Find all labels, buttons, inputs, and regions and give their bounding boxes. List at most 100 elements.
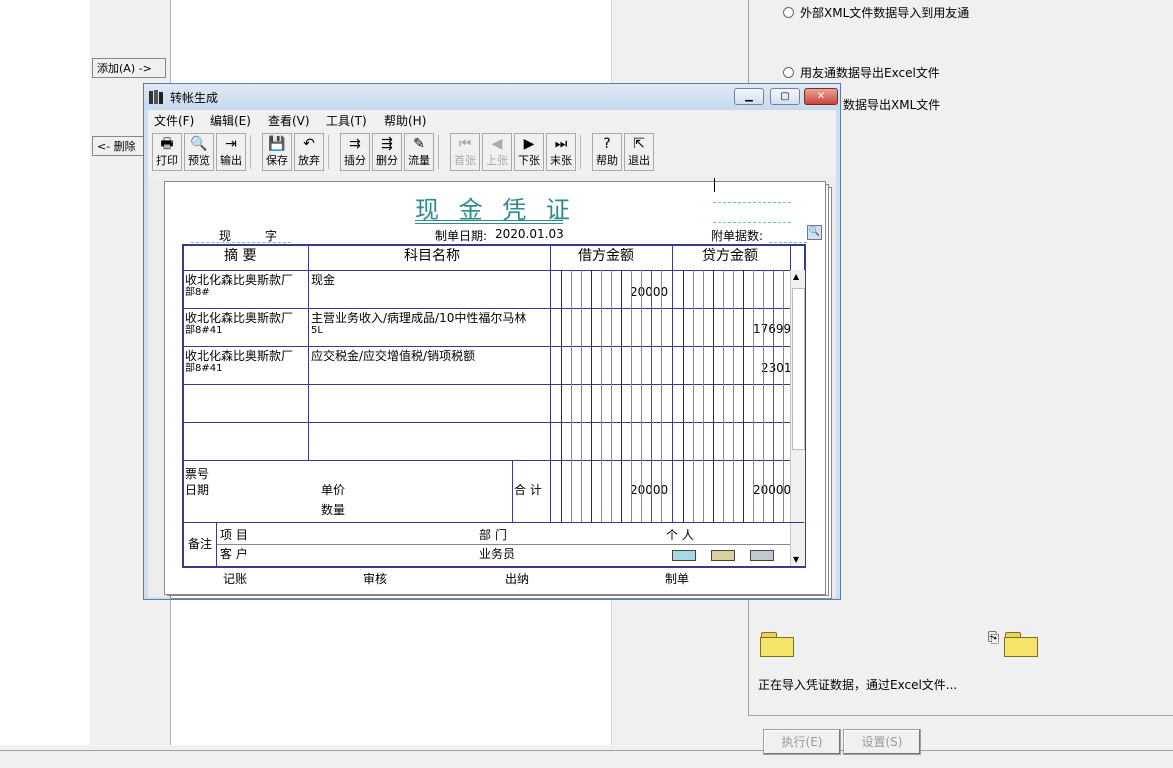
toolbar-save-button[interactable]: 💾 保存 — [262, 133, 292, 171]
menu-tools[interactable]: 工具(T) — [326, 112, 367, 129]
toolbar-delete-row-button[interactable]: ⇶ 删分 — [372, 133, 402, 171]
radio-import-xml[interactable]: 外部XML文件数据导入到用友通 — [783, 4, 969, 21]
row2-account[interactable]: 主营业务收入/病理成品/10中性福尔马林 — [311, 312, 526, 324]
radio-circle[interactable] — [783, 7, 794, 18]
first-icon: ⏮ — [458, 136, 472, 152]
toolbar-separator — [438, 135, 439, 169]
progress-status-text: 正在导入凭证数据，通过Excel文件... — [758, 678, 958, 692]
radio-export-excel[interactable]: 用友通数据导出Excel文件 — [783, 64, 940, 81]
delete-button[interactable]: <- 删除 — [92, 136, 144, 156]
magnifier-icon[interactable]: 🔍 — [807, 225, 822, 240]
toolbar-prev-button: ◀ 上张 — [482, 133, 512, 171]
execute-button[interactable]: 执行(E) — [763, 729, 841, 755]
toolbar-help-button[interactable]: ? 帮助 — [592, 133, 622, 171]
grid-col-line — [550, 246, 551, 522]
left-list-panel[interactable] — [0, 0, 90, 745]
toolbar-label: 删分 — [376, 154, 398, 167]
print-icon: 🖶 — [160, 136, 174, 152]
attachments-label: 附单据数: — [711, 229, 764, 243]
quantity-label: 数量 — [321, 503, 346, 517]
row3-credit[interactable]: 2301 — [761, 362, 792, 374]
menu-view[interactable]: 查看(V) — [268, 112, 310, 129]
card-icon[interactable] — [711, 550, 735, 561]
folder-icon[interactable] — [760, 632, 794, 657]
scroll-thumb[interactable] — [792, 288, 805, 450]
toolbar-insert-row-button[interactable]: ⇉ 插分 — [340, 133, 370, 171]
digit-column-line — [693, 270, 694, 522]
digit-column-line — [631, 270, 632, 522]
header-account: 科目名称 — [404, 248, 460, 264]
digit-column-line — [561, 270, 562, 522]
unit-price-label: 单价 — [321, 483, 346, 497]
toolbar-label: 退出 — [628, 154, 650, 167]
grid-row-line — [184, 270, 790, 271]
ticket-no-label: 票号 — [185, 467, 210, 481]
row2-summary-cont: 部8#41 — [185, 325, 223, 336]
department-label: 部 门 — [479, 528, 507, 542]
radio-label: 外部XML文件数据导入到用友通 — [800, 6, 970, 20]
toolbar-exit-button[interactable]: ⇱ 退出 — [624, 133, 654, 171]
toolbar-separator — [328, 135, 329, 169]
grid-row-line — [184, 346, 790, 347]
toolbar-next-button[interactable]: ▶ 下张 — [514, 133, 544, 171]
open-folder-icon[interactable] — [1004, 632, 1038, 657]
radio-label: 用友通数据导出Excel文件 — [800, 66, 940, 80]
text-cursor — [714, 178, 715, 192]
toolbar-flow-button[interactable]: ✎ 流量 — [404, 133, 434, 171]
title-underline — [415, 223, 563, 224]
preview-icon: 🔍 — [190, 136, 208, 152]
row1-summary[interactable]: 收北化森比奥斯款厂 — [185, 274, 293, 286]
attachments-line — [769, 242, 807, 243]
toolbar-label: 保存 — [266, 154, 288, 167]
toolbar-label: 帮助 — [596, 154, 618, 167]
toolbar-label: 首张 — [454, 154, 476, 167]
row1-debit[interactable]: 20000 — [630, 286, 668, 298]
signature-bookkeeping: 记账 — [223, 572, 248, 586]
scroll-up-arrow[interactable]: ▲ — [793, 272, 799, 281]
header-debit: 借方金额 — [578, 248, 634, 264]
close-button[interactable]: ✕ — [804, 88, 838, 105]
toolbar-label: 末张 — [550, 154, 572, 167]
radio-circle[interactable] — [783, 67, 794, 78]
date-label: 制单日期: — [435, 229, 488, 243]
digit-column-line — [651, 270, 652, 522]
menu-edit[interactable]: 编辑(E) — [210, 112, 251, 129]
footer-date-label: 日期 — [185, 483, 210, 497]
radio-export-xml[interactable]: 数据导出XML文件 — [843, 96, 940, 113]
toolbar-last-button[interactable]: ⏭ 末张 — [546, 133, 576, 171]
insert-row-icon: ⇉ — [349, 136, 361, 152]
card-icon[interactable] — [750, 550, 774, 561]
row2-summary[interactable]: 收北化森比奥斯款厂 — [185, 312, 293, 324]
person-label: 个 人 — [666, 528, 694, 542]
toolbar: 🖶 打印 🔍 预览 ⇥ 输出 💾 保存 ↶ 放弃 ⇉ 插分 ⇶ 删分 ✎ 流量 ⏮ 首张 ◀ 上张 ▶ 下张 ⏭ 末张? 帮助 ⇱… — [148, 129, 836, 177]
row1-account[interactable]: 现金 — [311, 274, 335, 286]
digit-column-line — [763, 270, 764, 522]
title-bar[interactable]: 转帐生成 ▁ ▢ ✕ — [144, 84, 840, 110]
help-icon: ? — [603, 136, 611, 152]
title-underline — [415, 220, 563, 221]
settings-button[interactable]: 设置(S) — [843, 729, 921, 755]
next-icon: ▶ — [523, 136, 535, 152]
toolbar-label: 流量 — [408, 154, 430, 167]
salesperson-label: 业务员 — [479, 547, 516, 561]
date-value[interactable]: 2020.01.03 — [495, 227, 564, 241]
row3-summary[interactable]: 收北化森比奥斯款厂 — [185, 350, 293, 362]
toolbar-preview-button[interactable]: 🔍 预览 — [184, 133, 214, 171]
card-icon[interactable] — [672, 550, 696, 561]
digit-column-line — [743, 270, 744, 522]
toolbar-undo-button[interactable]: ↶ 放弃 — [294, 133, 324, 171]
menu-file[interactable]: 文件(F) — [154, 112, 194, 129]
row3-account[interactable]: 应交税金/应交增值税/销项税额 — [311, 350, 475, 362]
menu-help[interactable]: 帮助(H) — [384, 112, 426, 129]
minimize-button[interactable]: ▁ — [734, 88, 764, 105]
toolbar-print-button[interactable]: 🖶 打印 — [152, 133, 182, 171]
maximize-button[interactable]: ▢ — [770, 88, 800, 105]
add-button[interactable]: 添加(A) -> — [92, 58, 166, 78]
grid-col-line — [308, 246, 309, 460]
scroll-down-arrow[interactable]: ▼ — [793, 555, 799, 564]
row2-account-cont: 5L — [311, 325, 323, 336]
grid-col-line — [512, 460, 513, 522]
transfer-window[interactable]: 转帐生成 ▁ ▢ ✕ 文件(F) 编辑(E) 查看(V) 工具(T) 帮助(H)… — [143, 83, 841, 600]
grid-col-line — [672, 246, 673, 522]
toolbar-export-button[interactable]: ⇥ 输出 — [216, 133, 246, 171]
